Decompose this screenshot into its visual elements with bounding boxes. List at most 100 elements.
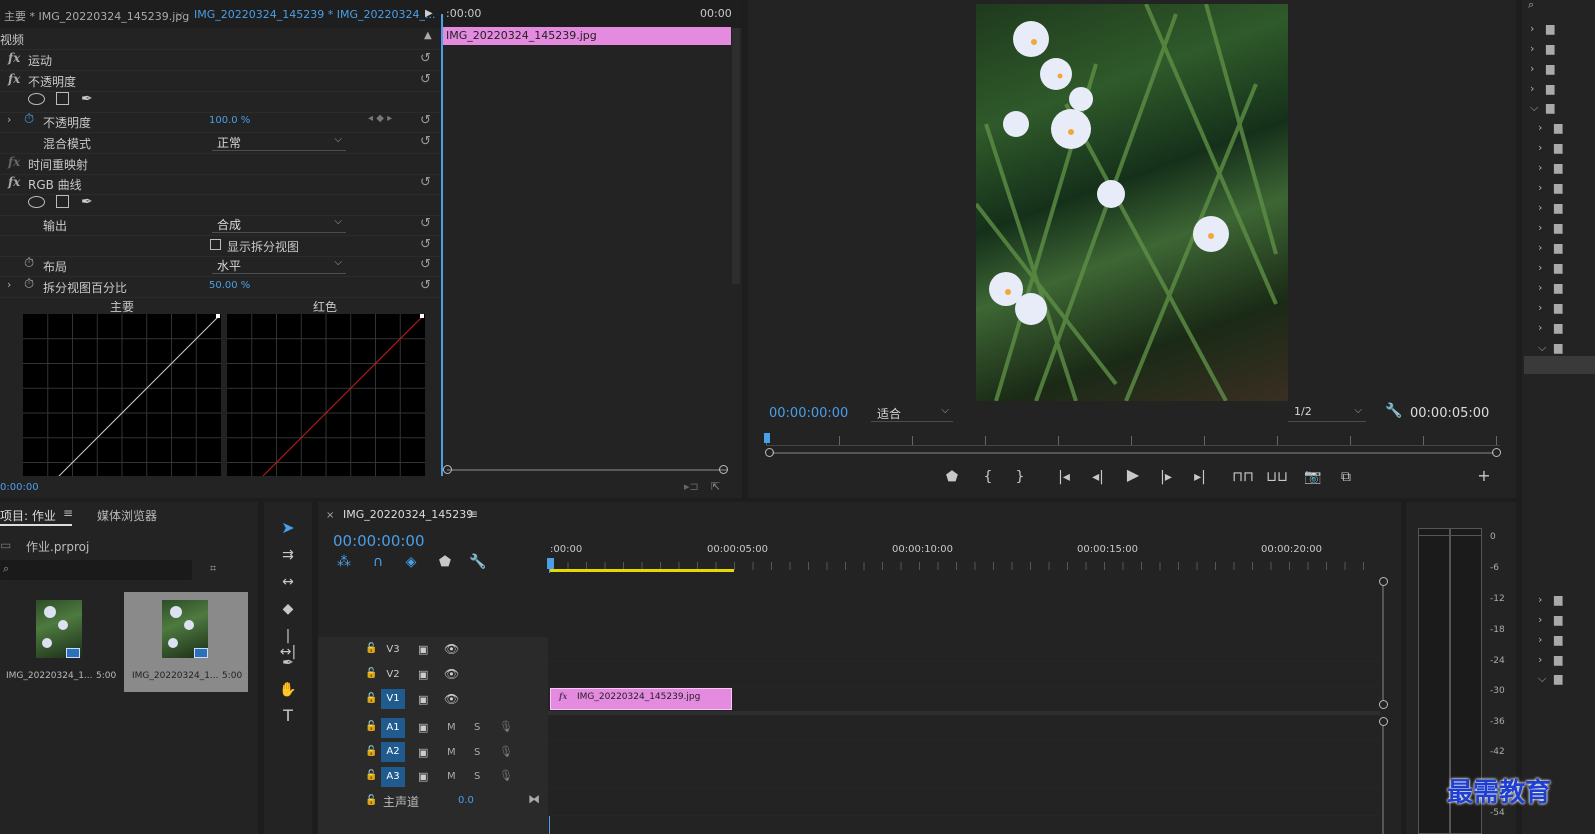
chevron-down-icon[interactable]: ⌵: [1530, 101, 1538, 115]
chevron-right-icon[interactable]: ›: [7, 278, 11, 291]
ec-current-timecode[interactable]: 0:00:00: [0, 482, 39, 493]
timeline-vscroll-track-audio[interactable]: [1382, 726, 1384, 834]
chevron-down-icon[interactable]: ⌵: [176, 8, 184, 19]
chevron-right-icon[interactable]: ›: [1530, 22, 1534, 35]
chevron-right-icon[interactable]: ›: [1538, 633, 1542, 646]
v-scroll-handle-top[interactable]: [1379, 577, 1388, 586]
lock-icon[interactable]: 🔓: [365, 693, 377, 704]
rectangle-mask-icon[interactable]: [56, 195, 69, 208]
track-target-v2[interactable]: V2: [381, 665, 405, 685]
zoom-handle-left[interactable]: [443, 465, 452, 474]
program-timecode[interactable]: 00:00:00:00: [769, 406, 848, 421]
pen-tool-icon[interactable]: ✒: [278, 655, 298, 671]
project-item[interactable]: IMG_20220324_1... 5:00: [0, 592, 120, 692]
split-view-checkbox[interactable]: [210, 239, 221, 250]
mute-button[interactable]: M: [447, 722, 456, 733]
folder-icon[interactable]: ▆: [1554, 341, 1562, 354]
keyframe-nav-icon[interactable]: ◂ ◆ ▸: [368, 113, 392, 124]
eye-icon[interactable]: 👁: [444, 642, 459, 656]
ec-zoom-scroll[interactable]: [447, 469, 727, 471]
reset-icon[interactable]: ↺: [420, 73, 434, 87]
timeline-timecode[interactable]: 00:00:00:00: [333, 532, 425, 550]
reset-icon[interactable]: ↺: [420, 238, 434, 252]
panel-menu-icon[interactable]: ≡: [63, 506, 73, 520]
chevron-right-icon[interactable]: ›: [1538, 181, 1542, 194]
timeline-vscroll-track[interactable]: [1382, 586, 1384, 700]
mute-button[interactable]: M: [447, 771, 456, 782]
compare-view-icon[interactable]: ⧉: [1336, 469, 1356, 485]
play-icon[interactable]: ▶: [1124, 467, 1142, 483]
lock-icon[interactable]: 🔓: [365, 721, 377, 732]
reset-icon[interactable]: ↺: [420, 217, 434, 231]
track-select-tool-icon[interactable]: ⇉: [278, 547, 298, 563]
blend-mode-select[interactable]: 正常 ⌵: [212, 134, 346, 151]
folder-icon[interactable]: ▆: [1554, 241, 1562, 254]
folder-icon[interactable]: ▆: [1554, 261, 1562, 274]
eye-icon[interactable]: 👁: [444, 667, 459, 681]
ellipse-mask-icon[interactable]: [28, 196, 45, 208]
curve-red-graph[interactable]: [227, 314, 425, 476]
mute-button[interactable]: M: [447, 747, 456, 758]
folder-icon[interactable]: ▆: [1554, 593, 1562, 606]
add-marker-icon[interactable]: ⬟: [944, 469, 960, 485]
program-zoom-bar[interactable]: [772, 452, 1494, 454]
folder-icon[interactable]: ▆: [1546, 22, 1554, 35]
fx-opacity-row[interactable]: fx 不透明度 ↺: [0, 70, 440, 92]
curve-red-endpoint[interactable]: [420, 314, 424, 318]
split-percent-value[interactable]: 50.00 %: [209, 280, 250, 291]
lock-icon[interactable]: 🔓: [365, 746, 377, 757]
chevron-right-icon[interactable]: ›: [1538, 261, 1542, 274]
chevron-right-icon[interactable]: ›: [1538, 281, 1542, 294]
chevron-down-icon[interactable]: ⌵: [1538, 341, 1546, 355]
folder-icon[interactable]: ▆: [1554, 181, 1562, 194]
go-to-in-icon[interactable]: |◂: [1054, 469, 1074, 485]
chevron-right-icon[interactable]: ›: [1538, 241, 1542, 254]
solo-button[interactable]: S: [474, 771, 480, 782]
fx-motion-row[interactable]: fx 运动 ↺: [0, 49, 440, 71]
side-tree-selected-row[interactable]: [1524, 356, 1595, 374]
hand-tool-icon[interactable]: ✋: [278, 682, 298, 698]
type-tool-icon[interactable]: T: [278, 708, 298, 724]
master-volume-value[interactable]: 0.0: [458, 795, 474, 806]
reset-icon[interactable]: ↺: [420, 279, 434, 293]
reset-icon[interactable]: ↺: [420, 135, 434, 149]
chevron-right-icon[interactable]: ›: [1538, 321, 1542, 334]
share-icon[interactable]: ⇱: [711, 480, 720, 493]
curve-main-endpoint[interactable]: [216, 314, 220, 318]
track-target-v1[interactable]: V1: [381, 689, 405, 709]
add-button-icon[interactable]: +: [1476, 468, 1492, 484]
folder-icon[interactable]: ▆: [1546, 82, 1554, 95]
folder-icon[interactable]: ▆: [1554, 121, 1562, 134]
chevron-right-icon[interactable]: ›: [1530, 42, 1534, 55]
folder-icon[interactable]: ▆: [1554, 281, 1562, 294]
folder-icon[interactable]: ▆: [1554, 221, 1562, 234]
reset-icon[interactable]: ↺: [420, 52, 434, 66]
wrench-icon[interactable]: 🔧: [1385, 403, 1402, 419]
track-target-a3[interactable]: A3: [381, 767, 405, 787]
go-to-out-icon[interactable]: ▸|: [1190, 469, 1210, 485]
resolution-select[interactable]: 1/2 ⌵: [1288, 405, 1366, 422]
layout-select[interactable]: 水平 ⌵: [212, 257, 346, 274]
sequence-tab[interactable]: IMG_20220324_145239: [343, 508, 473, 521]
lock-icon[interactable]: 🔓: [365, 668, 377, 679]
chevron-down-icon[interactable]: ⌵: [1538, 672, 1546, 686]
folder-icon[interactable]: ▆: [1554, 653, 1562, 666]
tab-source-effects[interactable]: 主要 * IMG_20220324_145239.jpg: [4, 8, 189, 24]
split-view-label[interactable]: 显示拆分视图: [227, 238, 299, 255]
project-search-input[interactable]: ⌕: [0, 560, 192, 580]
chevron-right-icon[interactable]: ›: [1538, 653, 1542, 666]
stopwatch-icon[interactable]: ⏱: [24, 277, 34, 292]
chevron-right-icon[interactable]: ›: [1538, 141, 1542, 154]
ec-playhead[interactable]: [441, 14, 443, 476]
ripple-edit-tool-icon[interactable]: ↔: [278, 574, 298, 590]
pen-mask-icon[interactable]: ✒: [81, 91, 93, 107]
selection-tool-icon[interactable]: ➤: [278, 520, 298, 536]
play-triangle-icon[interactable]: ▶: [425, 8, 433, 19]
tab-media-browser[interactable]: 媒体浏览器: [97, 507, 157, 524]
folder-icon[interactable]: ▆: [1554, 301, 1562, 314]
chevron-right-icon[interactable]: ›: [1538, 221, 1542, 234]
eye-icon[interactable]: 👁: [444, 692, 459, 706]
chevron-right-icon[interactable]: ›: [1538, 121, 1542, 134]
snap-magnet-icon[interactable]: ∩: [369, 554, 387, 570]
program-playhead[interactable]: [764, 433, 770, 443]
